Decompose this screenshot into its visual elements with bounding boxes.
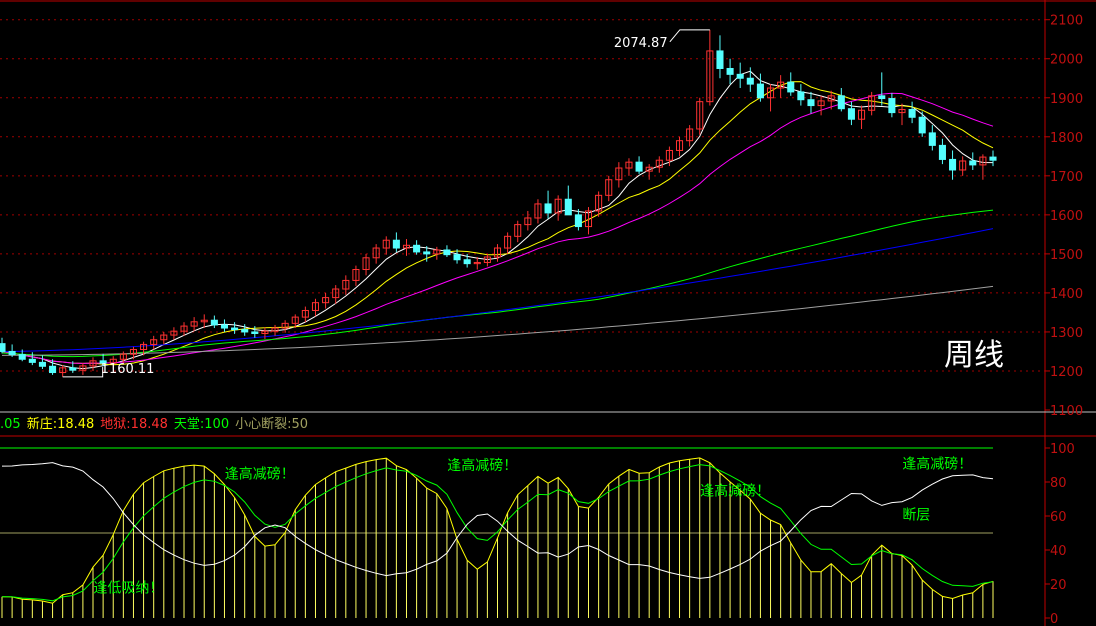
candle-body [251,331,259,335]
high-marker [669,29,710,43]
tick-label: 1500 [1050,248,1083,263]
indicator-axis: 0 20 40 60 80 100 [1045,442,1075,626]
signal-label: 断层 [902,507,930,523]
tick-label: 1300 [1050,326,1083,341]
candle-body [797,91,805,101]
candle-body [635,161,643,172]
period-label: 周线 [944,338,1004,373]
tick-label: 100 [1050,442,1075,457]
candle-body [423,251,431,255]
signal-label: 逢高减磅！ [447,457,517,474]
tick-label: 1400 [1050,287,1083,302]
ma-line-20 [1,92,994,364]
signal-label: 逢低吸纳！ [93,581,163,597]
ma-line-5 [1,70,994,370]
candle-body [756,83,764,99]
tick-label: 2000 [1050,53,1083,68]
candle-body [463,259,471,265]
legend-item: 地狱:18.48 [100,417,168,432]
candlestick-chart[interactable]: 1100120013001400150016001700180019002000… [0,0,1096,626]
candle-body [746,77,754,85]
candle-body [736,73,744,79]
indicator-legend: .05 新庄:18.48 地狱:18.48 天堂:100 小心断裂:50 [0,415,314,435]
high-label: 2074.87 [614,36,668,51]
candle-body [38,361,46,367]
candle-body [888,98,896,114]
candle-body [231,327,239,331]
tick-label: 0 [1050,612,1058,626]
candle-body [241,329,249,333]
candle-body [564,198,572,216]
candle-body [918,116,926,134]
candle-body [544,203,552,214]
candle-body [837,95,845,110]
moving-average-lines [1,70,994,370]
low-label: 1160.11 [101,362,155,377]
candle-body [210,319,218,326]
signal-label: 逢高减磅！ [700,483,770,500]
indicator-panel: 逢低吸纳！逢高减磅！逢高减磅！逢高减磅！逢高减磅！断层逢低吸纳！ [0,447,994,618]
candle-body [8,350,16,356]
candle-body [969,160,977,166]
candle-body [220,324,229,329]
candle-body [938,144,946,160]
tick-label: 2100 [1050,14,1083,29]
legend-item: 新庄:18.48 [26,417,95,432]
tick-label: 20 [1050,578,1067,593]
candle-body [413,244,421,253]
candle-body [908,108,916,118]
candle-body [392,239,400,249]
candle-body [443,249,451,256]
tick-label: 40 [1050,544,1067,559]
ma-line-250 [1,285,994,356]
price-axis: 1100 1200 1300 1400 1500 1600 1700 1800 1900 2000… [1045,14,1083,419]
tick-label: 80 [1050,476,1067,491]
candle-body [726,67,734,75]
tick-label: 1700 [1050,170,1083,185]
legend-item: .05 [0,417,21,432]
candle-body [574,214,582,228]
candle-body [928,132,936,146]
candle-body [847,108,855,120]
candle-body [949,158,957,171]
candle-body [453,254,461,261]
candle-body [18,354,26,360]
signal-label: 逢高减磅！ [225,466,295,483]
ma-line-60 [1,209,994,358]
tick-label: 1200 [1050,365,1083,380]
candle-body [807,99,815,107]
candle-body [989,156,997,161]
candle-body [49,365,57,374]
candle-body [787,81,795,93]
candles [0,29,997,377]
candle-body [878,95,886,100]
tick-label: 1600 [1050,209,1083,224]
legend-item: 天堂:100 [173,417,230,432]
candle-body [716,50,724,69]
ma-line-10 [1,81,994,366]
tick-label: 1800 [1050,131,1083,146]
candle-body [0,343,6,352]
signal-label: 逢高减磅！ [902,455,972,472]
legend-item: 小心断裂:50 [235,417,309,432]
tick-label: 1900 [1050,92,1083,107]
candle-body [28,358,36,363]
tick-label: 60 [1050,510,1067,525]
candle-body [69,367,77,371]
tick-label: 1100 [1050,404,1083,419]
